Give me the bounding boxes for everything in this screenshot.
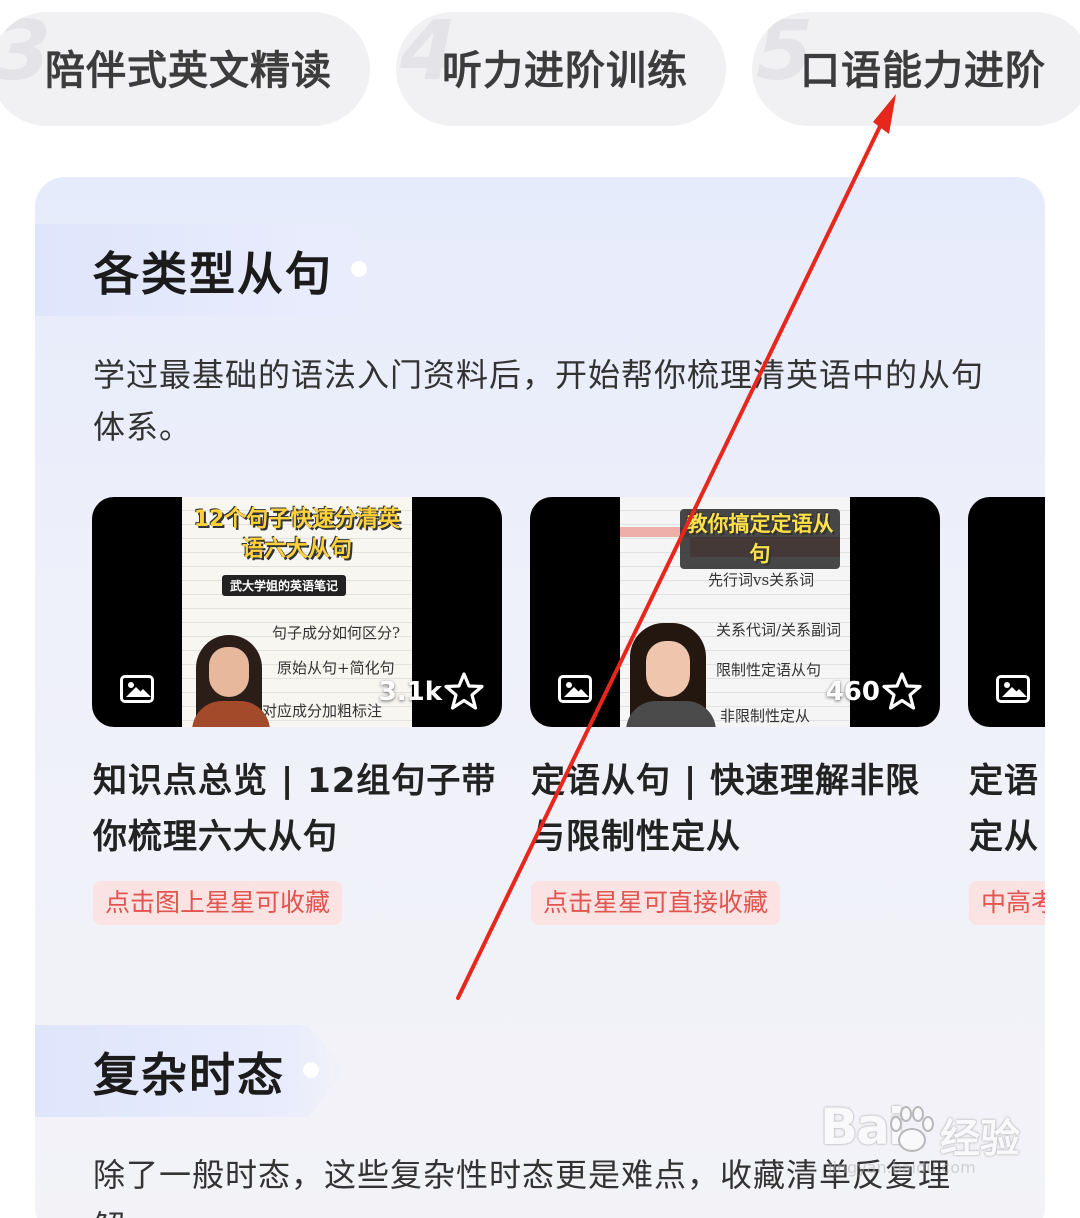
header-dot bbox=[351, 261, 367, 277]
section-title: 各类型从句 bbox=[93, 247, 333, 301]
tab-label: 口语能力进阶 bbox=[800, 48, 1046, 94]
paw-icon bbox=[890, 1106, 934, 1152]
video-title[interactable]: 知识点总览 | 12组句子带 你梳理六大从句 bbox=[93, 753, 503, 865]
video-title-line: 知识点总览 | 12组句子带 bbox=[93, 761, 497, 801]
video-title-line: 定从 bbox=[969, 817, 1039, 857]
hint-tag: 中高考 bbox=[969, 881, 1045, 925]
tab-label: 听力进阶训练 bbox=[442, 48, 688, 94]
star-icon[interactable] bbox=[882, 671, 922, 711]
thumbnail-subtitle: 武大学姐的英语笔记 bbox=[222, 575, 347, 596]
image-icon bbox=[558, 675, 592, 703]
video-title[interactable]: 定语 定从 bbox=[969, 753, 1045, 865]
hint-tag: 点击星星可直接收藏 bbox=[531, 881, 781, 925]
thumbnail-note: 句子成分如何区分? bbox=[272, 624, 401, 642]
favorite-count: 460 bbox=[825, 677, 880, 707]
tab-label: 陪伴式英文精读 bbox=[45, 48, 332, 94]
content-card: 各类型从句 学过最基础的语法入门资料后，开始帮你梳理清英语中的从句体系。 12个… bbox=[35, 177, 1045, 1218]
thumbnail-note: 先行词vs关系词 bbox=[708, 571, 815, 589]
thumbnail-banner: 12个句子快速分清英语六大从句 bbox=[193, 507, 401, 562]
thumbnail-note: 非限制性定从 bbox=[720, 707, 811, 725]
header-dot bbox=[303, 1062, 319, 1078]
thumbnail-banner: 教你搞定定语从句 bbox=[680, 509, 840, 569]
watermark-logo: Bai 经验 jingyan.baidu.com bbox=[820, 1096, 1020, 1177]
video-card[interactable]: 教你搞定定语从句 先行词vs关系词 关系代词/关系副词 限制性定语从句 非限制性… bbox=[530, 497, 940, 727]
tab-number: 3 bbox=[0, 12, 51, 99]
thumbnail-note: 对应成分加粗标注 bbox=[262, 702, 383, 720]
presenter-image bbox=[192, 627, 272, 727]
video-thumbnail: 教你搞定定语从句 先行词vs关系词 关系代词/关系副词 限制性定语从句 非限制性… bbox=[620, 497, 850, 727]
thumbnail-note: 原始从句+简化句 bbox=[277, 659, 395, 677]
star-icon[interactable] bbox=[444, 671, 484, 711]
favorite-count: 3.1k bbox=[378, 677, 442, 707]
video-title-line: 你梳理六大从句 bbox=[93, 817, 338, 857]
thumbnail-note: 限制性定语从句 bbox=[716, 661, 822, 679]
hint-tag: 点击图上星星可收藏 bbox=[93, 881, 343, 925]
image-icon bbox=[120, 675, 154, 703]
video-title[interactable]: 定语从句 | 快速理解非限 与限制性定从 bbox=[531, 753, 941, 865]
tab-speaking-advanced[interactable]: 5 口语能力进阶 bbox=[752, 12, 1080, 126]
video-title-line: 定语 bbox=[969, 761, 1039, 801]
section-header-tenses: 复杂时态 bbox=[35, 1025, 345, 1117]
section-title: 复杂时态 bbox=[93, 1048, 285, 1102]
section-description: 学过最基础的语法入门资料后，开始帮你梳理清英语中的从句体系。 bbox=[93, 356, 985, 446]
video-card[interactable] bbox=[968, 497, 1045, 727]
tab-bar: 3 陪伴式英文精读 4 听力进阶训练 5 口语能力进阶 bbox=[0, 12, 1080, 128]
video-title-line: 定语从句 | 快速理解非限 bbox=[531, 761, 921, 801]
video-thumbnail: 12个句子快速分清英语六大从句 武大学姐的英语笔记 句子成分如何区分? 原始从句… bbox=[182, 497, 412, 727]
watermark-suffix: 经验 bbox=[940, 1116, 1020, 1162]
video-card[interactable]: 12个句子快速分清英语六大从句 武大学姐的英语笔记 句子成分如何区分? 原始从句… bbox=[92, 497, 502, 727]
section-header-clauses: 各类型从句 bbox=[35, 224, 390, 316]
tab-listening-training[interactable]: 4 听力进阶训练 bbox=[396, 12, 726, 126]
watermark-url: jingyan.baidu.com bbox=[828, 1158, 976, 1177]
thumbnail-note: 关系代词/关系副词 bbox=[716, 621, 842, 639]
presenter-image bbox=[626, 615, 716, 727]
tab-intensive-reading[interactable]: 3 陪伴式英文精读 bbox=[0, 12, 370, 126]
video-title-line: 与限制性定从 bbox=[531, 817, 741, 857]
image-icon bbox=[996, 675, 1030, 703]
